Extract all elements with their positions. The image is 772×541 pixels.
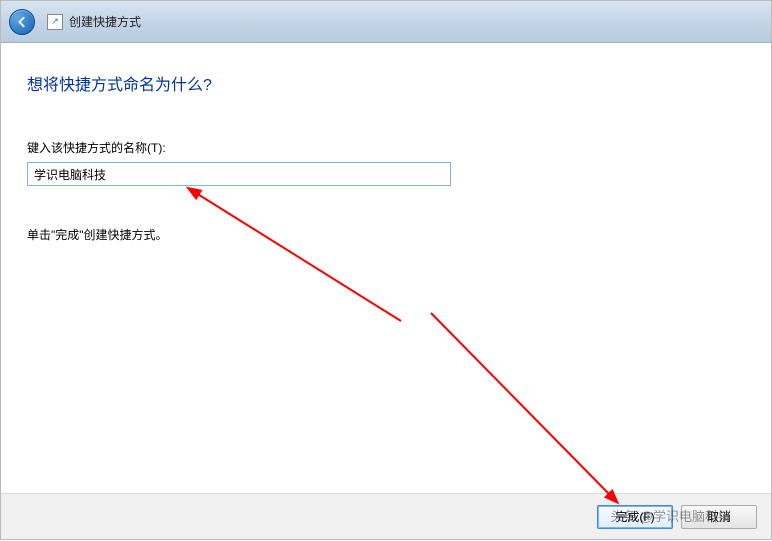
hint-text: 单击"完成"创建快捷方式。 (27, 226, 745, 243)
titlebar: ↗ 创建快捷方式 (1, 1, 771, 43)
wizard-content: 想将快捷方式命名为什么? 键入该快捷方式的名称(T): 单击"完成"创建快捷方式… (1, 43, 771, 495)
name-label: 键入该快捷方式的名称(T): (27, 139, 745, 156)
page-heading: 想将快捷方式命名为什么? (27, 71, 745, 95)
finish-button[interactable]: 完成(F) (597, 505, 673, 529)
window-title: 创建快捷方式 (69, 13, 141, 30)
cancel-button[interactable]: 取消 (681, 505, 757, 529)
back-button[interactable] (9, 9, 35, 35)
shortcut-icon: ↗ (47, 14, 63, 30)
shortcut-name-input[interactable] (27, 162, 451, 186)
back-arrow-icon (15, 15, 29, 29)
button-bar: 完成(F) 取消 (1, 493, 771, 539)
